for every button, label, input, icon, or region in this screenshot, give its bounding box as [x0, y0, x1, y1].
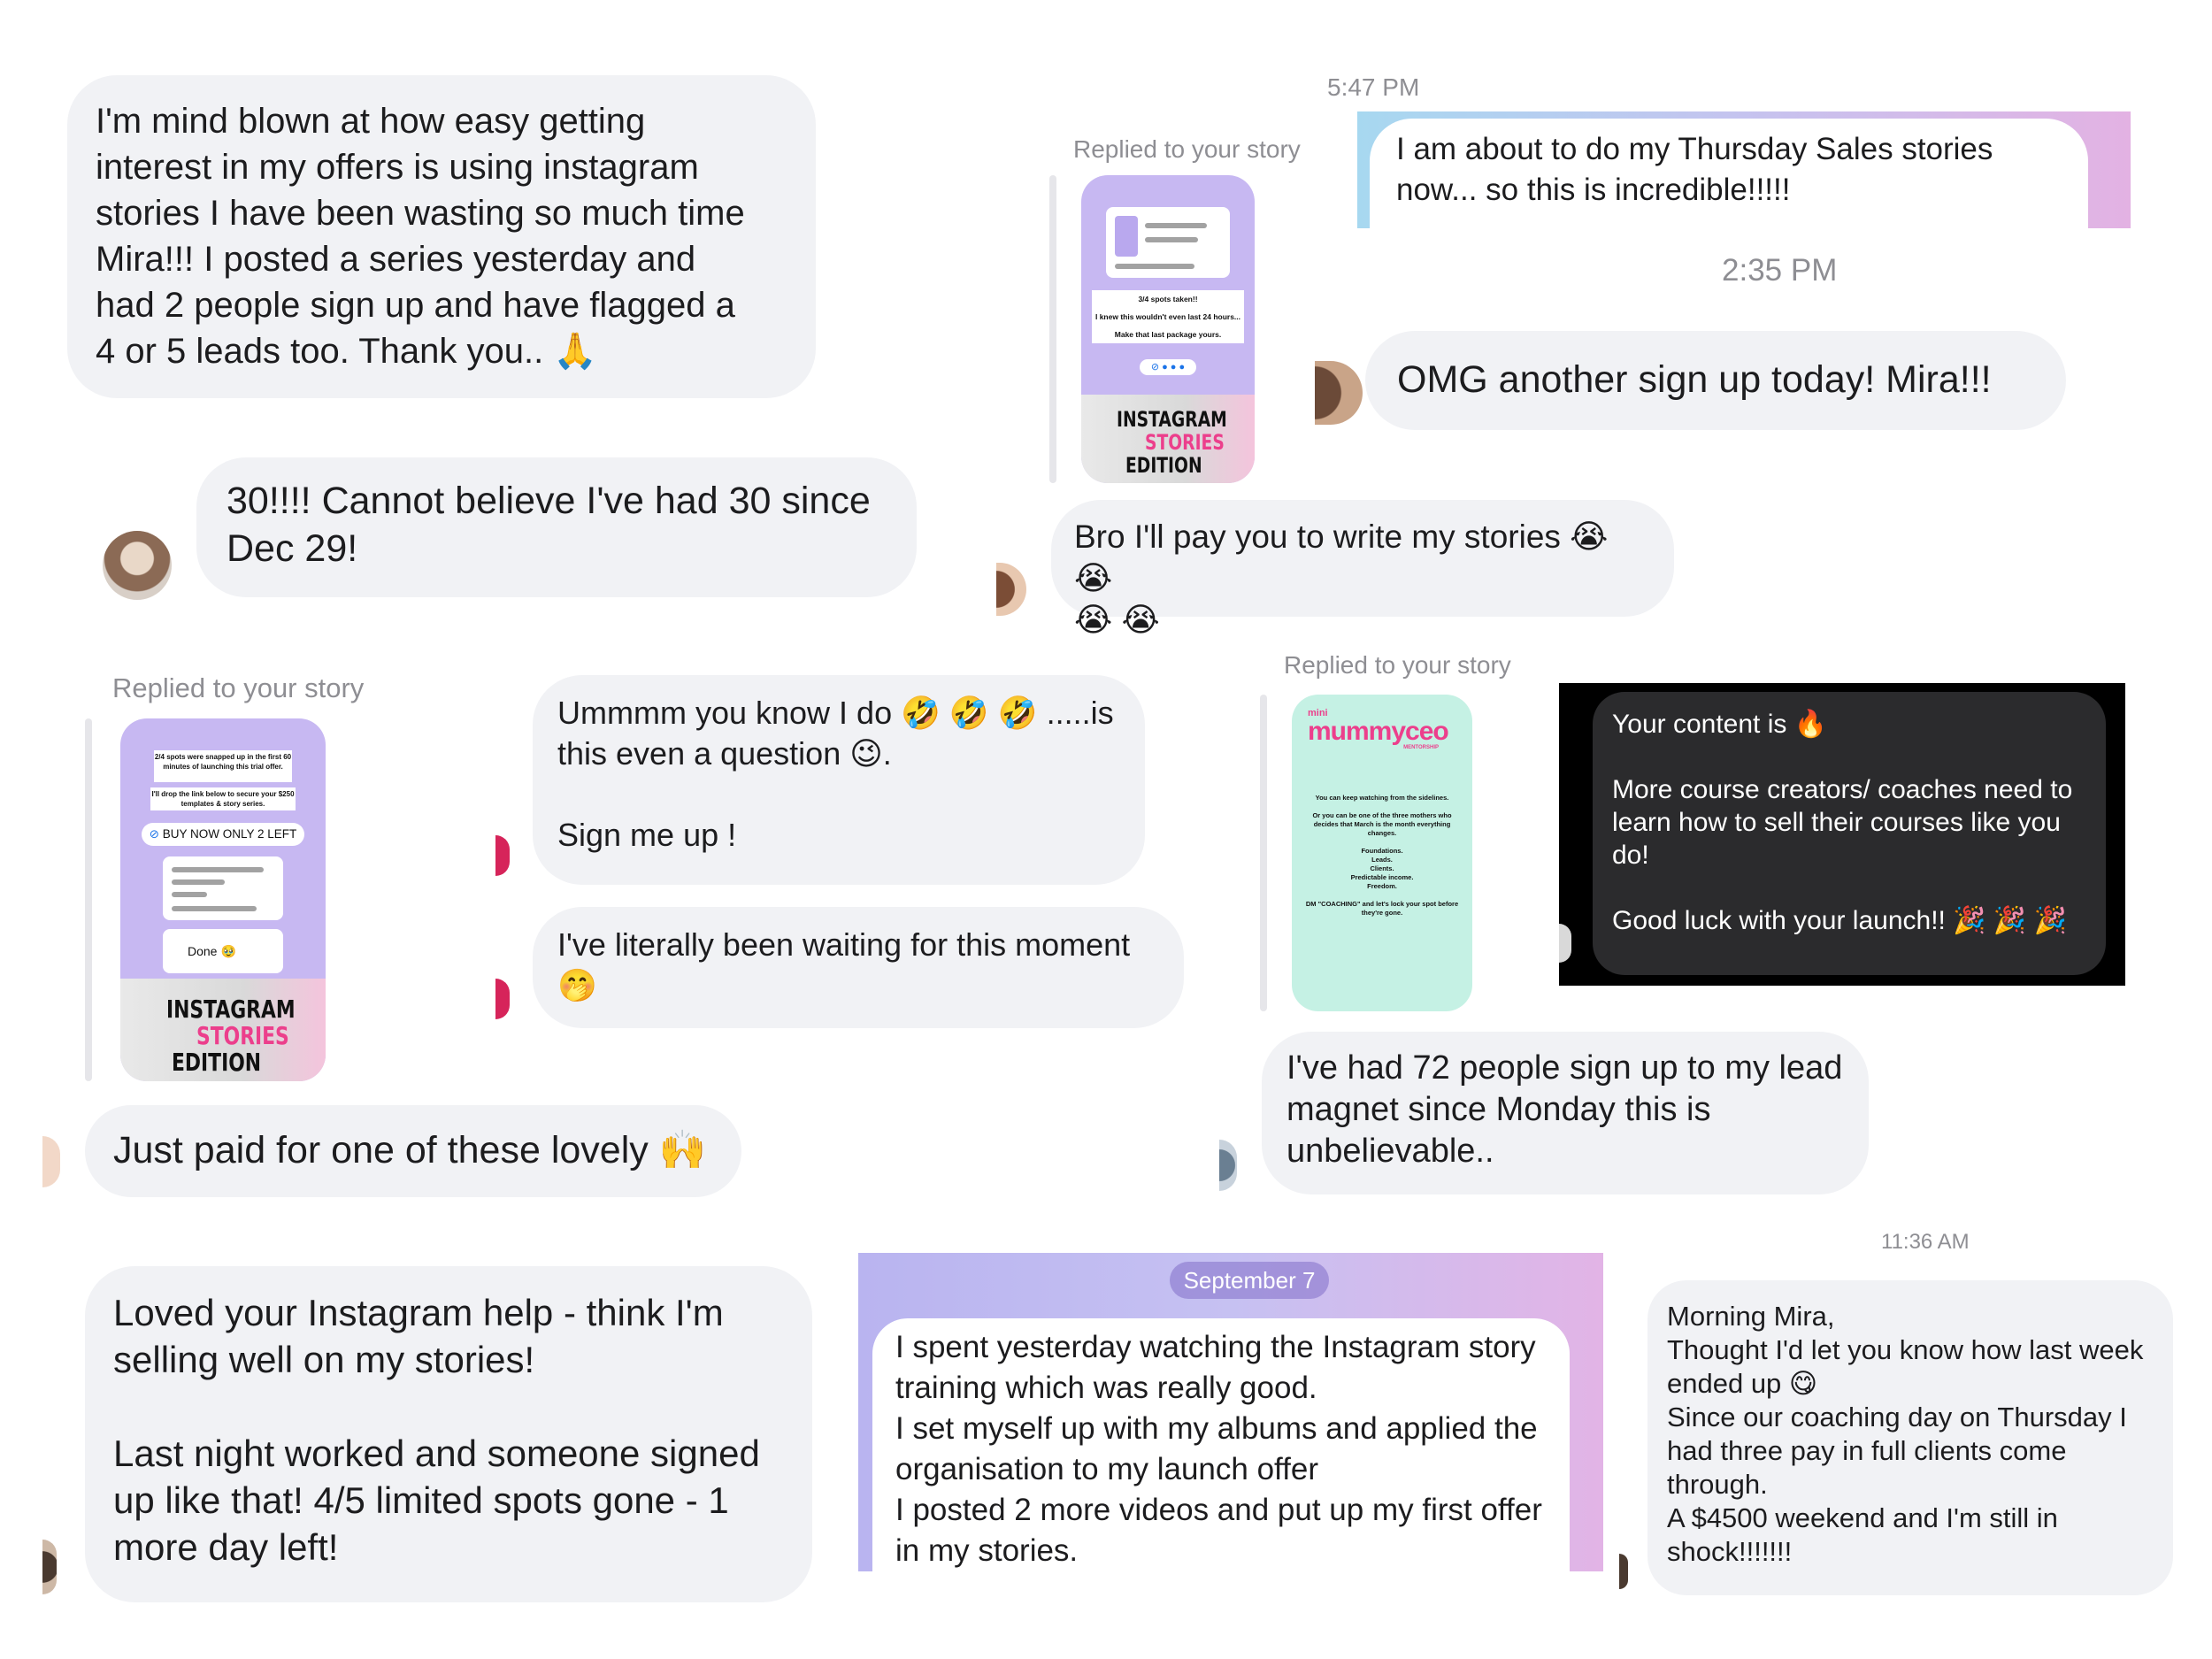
sender-avatar[interactable]	[1619, 1554, 1628, 1589]
message-bubble-pay-you: Bro I'll pay you to write my stories 😭 😭…	[1051, 500, 1674, 638]
message-bubble-waiting-moment: I've literally been waiting for this mom…	[533, 907, 1184, 1028]
story-text-box: 3/4 spots taken!! I knew this wouldn't e…	[1092, 290, 1244, 343]
replied-to-story-label: Replied to your story	[1284, 651, 1511, 679]
sender-avatar[interactable]	[495, 979, 510, 1019]
sender-avatar[interactable]	[42, 1136, 60, 1187]
story-line: Make that last package yours.	[1114, 330, 1222, 339]
message-bubble-30-signups: 30!!!! Cannot believe I've had 30 since …	[196, 457, 917, 597]
story-thumbnail-buy-now[interactable]: 2/4 spots were snapped up in the first 6…	[120, 718, 326, 1081]
reply-quote-line	[1260, 695, 1267, 1011]
sender-avatar[interactable]	[996, 563, 1026, 616]
reply-quote-line	[85, 718, 92, 1081]
message-bubble-training: I spent yesterday watching the Instagram…	[872, 1318, 1570, 1571]
replied-to-story-label: Replied to your story	[1073, 135, 1301, 163]
link-icon: ⊘	[149, 827, 163, 841]
date-pill: September 7	[1170, 1262, 1329, 1299]
reply-quote-line	[1049, 175, 1056, 483]
story-text-block: You can keep watching from the sidelines…	[1305, 794, 1459, 917]
story-screenshot-card	[1106, 207, 1230, 278]
story-screenshot-card	[163, 856, 283, 920]
story-text-box: I'll drop the link below to secure your …	[150, 787, 296, 810]
story-thumbnail-instagram-stories[interactable]: 3/4 spots taken!! I knew this wouldn't e…	[1081, 175, 1255, 483]
sender-avatar[interactable]	[1315, 361, 1363, 425]
message-bubble-sign-me-up: Ummmm you know I do 🤣 🤣 🤣 .....is this e…	[533, 675, 1145, 885]
message-bubble-instagram-help: Loved your Instagram help - think I'm se…	[85, 1266, 812, 1602]
message-bubble-another-signup: OMG another sign up today! Mira!!!	[1365, 331, 2066, 430]
sender-avatar[interactable]	[1219, 1140, 1237, 1191]
mummyceo-logo: mini mummyceo MENTORSHIP	[1308, 708, 1449, 751]
message-bubble-thursday-sales: I am about to do my Thursday Sales stori…	[1370, 119, 2088, 228]
message-bubble-just-paid: Just paid for one of these lovely 🙌	[85, 1105, 741, 1197]
story-cover: INSTAGRAM STORIES EDITION	[120, 979, 326, 1081]
link-sticker-icon: ⊘ ● ● ●	[1140, 359, 1196, 375]
timestamp: 11:36 AM	[1881, 1230, 1970, 1254]
message-bubble-4500-weekend: Morning Mira, Thought I'd let you know h…	[1647, 1280, 2173, 1595]
message-bubble-your-content: Your content is 🔥 More course creators/ …	[1593, 692, 2106, 975]
timestamp: 5:47 PM	[1327, 73, 1420, 101]
message-bubble-mind-blown: I'm mind blown at how easy getting inter…	[67, 75, 816, 398]
message-bubble-72-signups: I've had 72 people sign up to my lead ma…	[1262, 1032, 1869, 1194]
timestamp: 2:35 PM	[1722, 253, 1838, 288]
buy-now-link-sticker: ⊘ BUY NOW ONLY 2 LEFT	[142, 823, 304, 846]
story-thumbnail-mummyceo[interactable]: mini mummyceo MENTORSHIP You can keep wa…	[1292, 695, 1472, 1011]
story-text-box: 2/4 spots were snapped up in the first 6…	[154, 750, 292, 782]
story-line: 3/4 spots taken!!	[1138, 295, 1198, 303]
sender-avatar[interactable]	[42, 1540, 57, 1594]
done-sticker: Done 🥹	[163, 929, 283, 973]
sender-avatar[interactable]	[495, 835, 510, 876]
story-cover: INSTAGRAM STORIES EDITION	[1081, 395, 1255, 483]
story-line: I knew this wouldn't even last 24 hours.…	[1094, 312, 1241, 321]
replied-to-story-label: Replied to your story	[112, 672, 365, 703]
sender-avatar[interactable]	[103, 531, 172, 600]
